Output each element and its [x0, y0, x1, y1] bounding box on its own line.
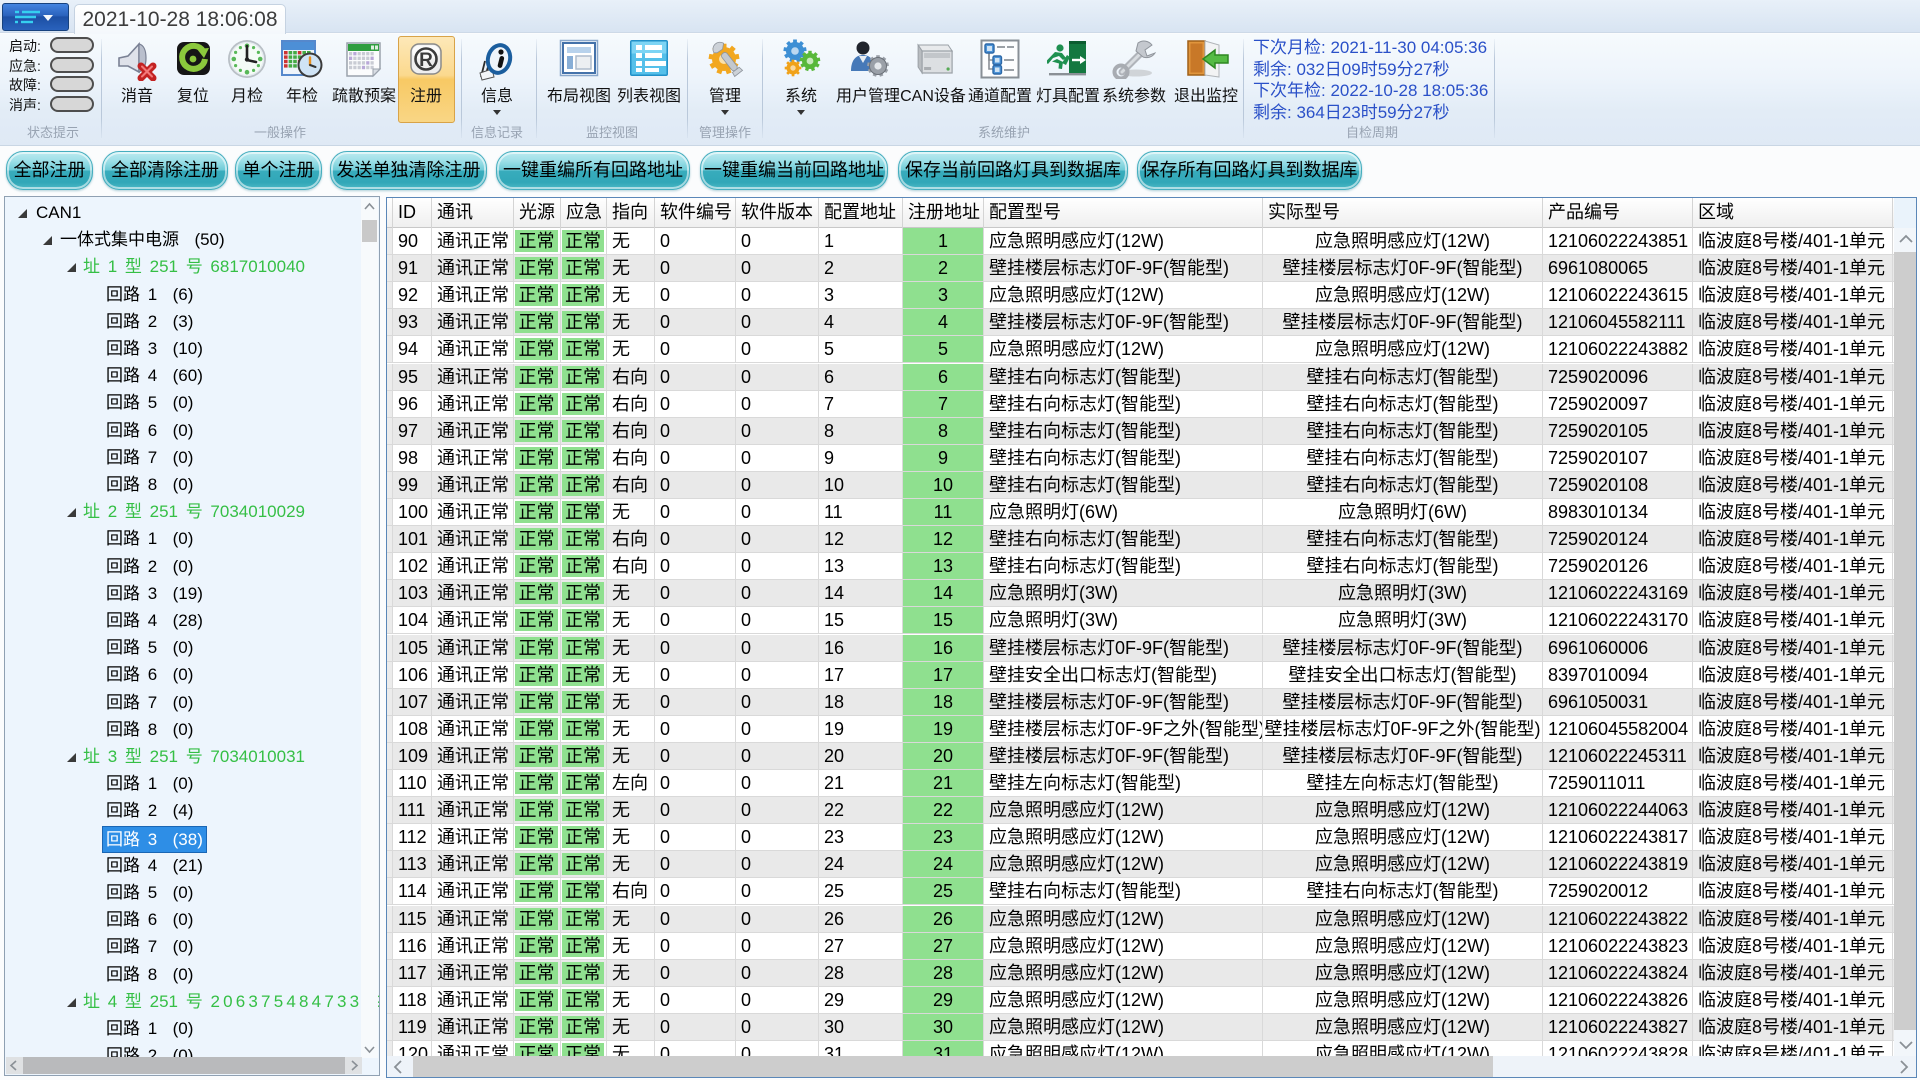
- svg-text:R: R: [419, 50, 433, 71]
